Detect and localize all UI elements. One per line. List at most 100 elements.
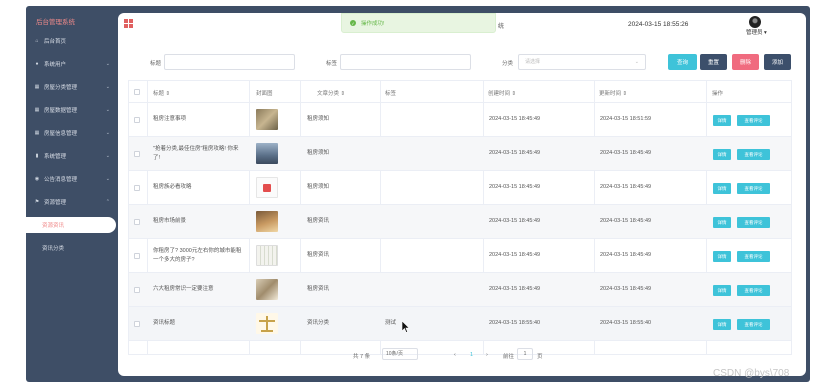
cover-image [256,143,278,164]
view-comments-button[interactable]: 查看评论 [737,183,770,194]
view-comments-button[interactable]: 查看评论 [737,251,770,262]
sidebar-item-label: 系统管理 [44,154,67,160]
grid-icon: ▦ [34,84,40,90]
cover-image [256,279,278,300]
add-button[interactable]: 添加 [764,54,791,70]
sidebar-item-notice[interactable]: ◉ 公告消息管理 ⌄ [26,171,118,187]
detail-button[interactable]: 详情 [713,251,731,262]
data-table: 标题 ⇕ 封面图 文章分类 ⇕ 标签 创建时间 ⇕ 更新时间 ⇕ 操作 租房注意… [128,80,792,355]
cover-image [256,313,278,334]
row-category: 租房资讯 [307,252,330,258]
page-number-current[interactable]: 1 [470,352,473,358]
header-title[interactable]: 标题 ⇕ [153,89,170,97]
goto-page-value: 1 [523,351,527,357]
row-created: 2024-03-15 18:45:49 [489,252,541,258]
query-button[interactable]: 查询 [668,54,697,70]
header-datetime: 2024-03-15 18:55:26 [628,21,689,28]
table-row: 租房市场前景 租房资讯 2024-03-15 18:45:49 2024-03-… [129,205,791,239]
prev-page-button[interactable]: ‹ [454,352,456,358]
detail-button[interactable]: 详情 [713,285,731,296]
grid-icon: ▦ [34,130,40,136]
chevron-down-icon: ⌄ [105,130,110,136]
user-menu[interactable]: 管理员 ▾ [746,28,767,36]
info-icon: ◉ [34,176,40,182]
detail-button[interactable]: 详情 [713,115,731,126]
view-comments-button[interactable]: 查看评论 [737,149,770,160]
row-category: 租房资讯 [307,218,330,224]
row-created: 2024-03-15 18:45:49 [489,218,541,224]
view-comments-button[interactable]: 查看评论 [737,217,770,228]
row-checkbox[interactable] [134,287,140,293]
header-created[interactable]: 创建时间 ⇕ [488,89,516,97]
row-category: 租房须知 [307,116,330,122]
main-panel: ✓ 操作成功! 统 2024-03-15 18:55:26 管理员 ▾ 标题 标… [118,13,806,376]
view-comments-button[interactable]: 查看评论 [737,285,770,296]
sidebar-subitem-label: 资源资讯 [42,223,65,229]
chevron-down-icon: ⌄ [634,59,639,65]
header-category[interactable]: 文章分类 ⇕ [317,89,345,97]
row-category: 租房须知 [307,150,330,156]
sidebar-item-house-category[interactable]: ▦ 房屋分类管理 ⌄ [26,79,118,95]
category-select[interactable]: 请选择 ⌄ [518,54,646,70]
row-checkbox[interactable] [134,117,140,123]
row-checkbox[interactable] [134,185,140,191]
sidebar-item-users[interactable]: ● 系统用户 ⌄ [26,56,118,72]
header-updated[interactable]: 更新时间 ⇕ [599,89,627,97]
toast-message: 操作成功! [361,21,385,27]
brand-title: 后台管理系统 [36,19,75,26]
page-size-select[interactable]: 10条/页 [382,348,418,360]
sidebar-item-home[interactable]: ⌂ 后台首页 [26,33,118,49]
view-comments-button[interactable]: 查看评论 [737,115,770,126]
check-circle-icon: ✓ [350,20,356,26]
row-checkbox[interactable] [134,321,140,327]
goto-page-input[interactable]: 1 [517,348,533,360]
row-category: 资讯分类 [307,320,330,326]
delete-button[interactable]: 删除 [732,54,759,70]
sidebar-item-label: 房屋数据管理 [44,108,78,114]
row-checkbox[interactable] [134,219,140,225]
row-checkbox[interactable] [134,253,140,259]
row-tag: 测试 [385,320,397,326]
avatar[interactable] [749,16,761,28]
detail-button[interactable]: 详情 [713,319,731,330]
sidebar-item-house-info[interactable]: ▦ 房屋信息管理 ⌄ [26,125,118,141]
mouse-cursor-icon [402,321,410,333]
detail-button[interactable]: 详情 [713,149,731,160]
sidebar-item-label: 资源管理 [44,200,67,206]
view-comments-button[interactable]: 查看评论 [737,319,770,330]
table-row: 资讯标题 资讯分类 测试 2024-03-15 18:55:40 2024-03… [129,307,791,341]
sidebar-item-label: 房屋信息管理 [44,131,78,137]
row-title: 你租房了? 3000元左右你的城市能租一个多大的房子? [153,248,242,263]
row-title: "抢着分类,最佳住房"租房攻略! 你来了! [153,146,239,161]
row-updated: 2024-03-15 18:45:49 [600,184,652,190]
chart-icon: ▮ [35,153,39,159]
sidebar-subitem-news-category[interactable]: 资讯分类 [26,240,118,256]
tag-input[interactable] [340,54,471,70]
row-created: 2024-03-15 18:45:49 [489,116,541,122]
select-all-checkbox[interactable] [134,89,140,95]
sidebar: 后台管理系统 ⌂ 后台首页 ● 系统用户 ⌄ ▦ 房屋分类管理 ⌄ ▦ 房屋数据… [26,6,118,382]
next-page-button[interactable]: › [486,352,488,358]
sidebar-item-resources[interactable]: ⚑ 资源管理 ⌃ [26,194,118,210]
detail-button[interactable]: 详情 [713,217,731,228]
chevron-up-icon: ⌃ [105,199,110,205]
menu-toggle-icon[interactable] [124,19,133,28]
row-title: 租房注意事项 [153,116,187,122]
header-title: 统 [498,24,505,30]
row-updated: 2024-03-15 18:45:49 [600,252,652,258]
row-checkbox[interactable] [134,151,140,157]
row-title: 六大租房常识一定要注意 [153,286,214,292]
reset-button[interactable]: 重置 [700,54,727,70]
title-input[interactable] [164,54,295,70]
sidebar-item-system[interactable]: ▮ 系统管理 ⌄ [26,148,118,164]
sidebar-subitem-news[interactable]: 资源资讯 [26,217,116,233]
detail-button[interactable]: 详情 [713,183,731,194]
cover-image [256,109,278,130]
chevron-down-icon: ⌄ [105,84,110,90]
row-updated: 2024-03-15 18:45:49 [600,286,652,292]
table-row: 租房注意事项 租房须知 2024-03-15 18:45:49 2024-03-… [129,103,791,137]
sidebar-item-house-data[interactable]: ▦ 房屋数据管理 ⌄ [26,102,118,118]
row-title: 租房族必看攻略 [153,184,192,190]
row-created: 2024-03-15 18:45:49 [489,150,541,156]
grid-icon: ▦ [34,107,40,113]
